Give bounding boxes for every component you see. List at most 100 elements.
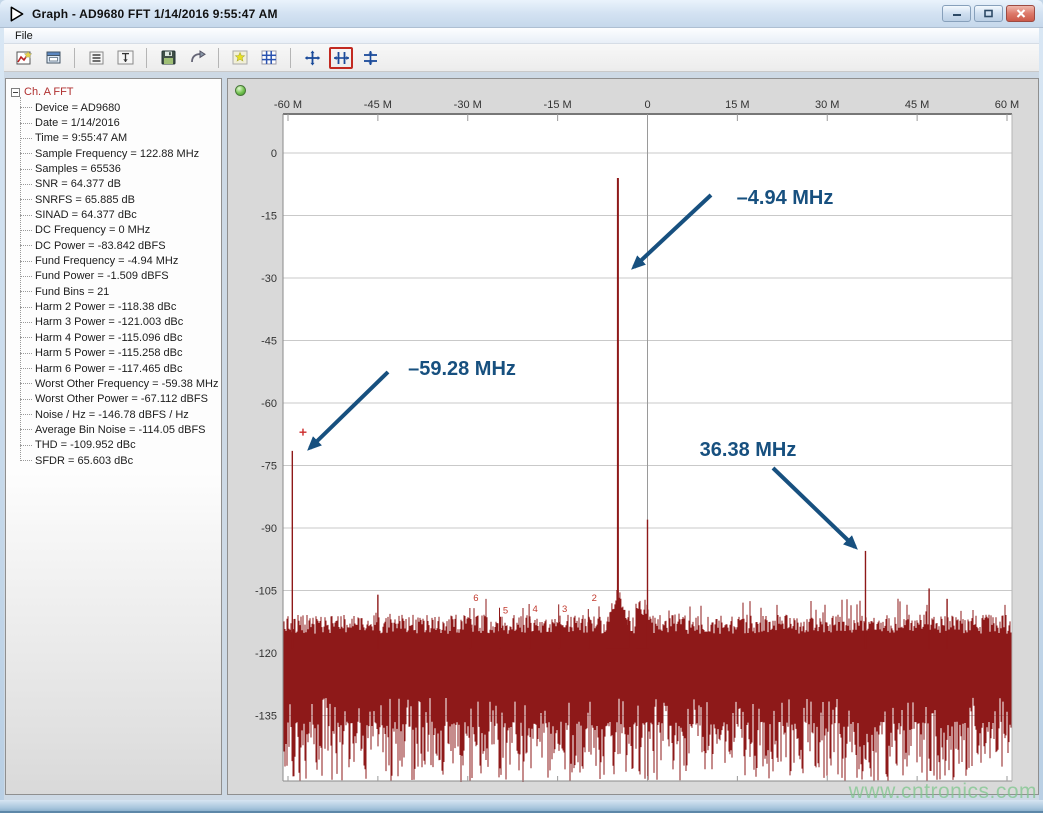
tree-item-label: DC Frequency = 0 MHz [35, 224, 150, 236]
new-report-button[interactable] [12, 47, 36, 69]
autoscale-y-button[interactable] [358, 47, 382, 69]
save-button[interactable] [156, 47, 180, 69]
tree-item[interactable]: Harm 3 Power = -121.003 dBc [20, 315, 221, 330]
tree-root-row[interactable]: Ch. A FFT [11, 84, 221, 100]
x-tick-label: -60 M [274, 99, 302, 111]
toolbar-separator [146, 48, 147, 68]
tree-item-label: SNRFS = 65.885 dB [35, 194, 135, 206]
x-tick-label: -30 M [454, 99, 482, 111]
x-tick-label: 60 M [995, 99, 1019, 111]
x-tick-label: -15 M [544, 99, 572, 111]
tree-item-label: Average Bin Noise = -114.05 dBFS [35, 424, 206, 436]
tree-item[interactable]: Samples = 65536 [20, 161, 221, 176]
tree-item[interactable]: Fund Frequency = -4.94 MHz [20, 253, 221, 268]
tree-item[interactable]: SFDR = 65.603 dBc [20, 453, 221, 468]
y-tick-label: -135 [255, 711, 277, 723]
tree-item[interactable]: Noise / Hz = -146.78 dBFS / Hz [20, 407, 221, 422]
tree-item-label: Time = 9:55:47 AM [35, 132, 127, 144]
toolbar-separator [290, 48, 291, 68]
y-tick-label: -75 [261, 461, 277, 473]
tree-item[interactable]: Harm 6 Power = -117.465 dBc [20, 361, 221, 376]
autoscale-x-button[interactable] [329, 47, 353, 69]
tree-item[interactable]: THD = -109.952 dBc [20, 438, 221, 453]
save-icon [161, 50, 176, 65]
y-tick-label: 0 [271, 148, 277, 160]
tree-item[interactable]: DC Power = -83.842 dBFS [20, 238, 221, 253]
tree-item[interactable]: Worst Other Power = -67.112 dBFS [20, 392, 221, 407]
tree-item[interactable]: SNR = 64.377 dB [20, 177, 221, 192]
tree-item-label: Harm 2 Power = -118.38 dBc [35, 301, 176, 313]
annotation-label: –59.28 MHz [408, 358, 516, 380]
tree-item-label: Worst Other Power = -67.112 dBFS [35, 393, 208, 405]
close-button[interactable] [1006, 5, 1035, 22]
tree-item[interactable]: Worst Other Frequency = -59.38 MHz [20, 376, 221, 391]
tree-connector-line [20, 97, 21, 461]
harmonic-marker-label: 2 [592, 593, 597, 604]
tree-item[interactable]: SINAD = 64.377 dBc [20, 207, 221, 222]
fft-stats-tree-panel: Ch. A FFT Device = AD9680 Date = 1/14/201… [5, 78, 222, 795]
autoscale-once-button[interactable] [228, 47, 252, 69]
y-tick-label: -60 [261, 398, 277, 410]
window-border-bottom [0, 800, 1043, 813]
tree-item-label: Date = 1/14/2016 [35, 117, 120, 129]
app-play-icon [8, 5, 26, 23]
tree-item-list: Device = AD9680 Date = 1/14/2016 Time = 9:… [20, 100, 221, 468]
autoscale-y-icon [362, 50, 379, 66]
y-tick-label: -120 [255, 648, 277, 660]
x-tick-label: 45 M [905, 99, 929, 111]
cursor-display-button[interactable] [113, 47, 137, 69]
toolbar-separator [74, 48, 75, 68]
tree-item-label: Samples = 65536 [35, 163, 121, 175]
tree-item[interactable]: Date = 1/14/2016 [20, 115, 221, 130]
x-tick-label: -45 M [364, 99, 392, 111]
tree-item[interactable]: Fund Power = -1.509 dBFS [20, 269, 221, 284]
harmonic-marker-label: 3 [562, 604, 567, 615]
tree-item[interactable]: Fund Bins = 21 [20, 284, 221, 299]
tree-item-label: Harm 3 Power = -121.003 dBc [35, 316, 183, 328]
annotation-label: –4.94 MHz [737, 187, 834, 209]
tree-item-label: Harm 5 Power = -115.258 dBc [35, 347, 182, 359]
autoscale-xy-button[interactable] [300, 47, 324, 69]
tree-item[interactable]: Harm 5 Power = -115.258 dBc [20, 346, 221, 361]
tree-item[interactable]: Harm 2 Power = -118.38 dBc [20, 299, 221, 314]
menu-bar: File [4, 28, 1039, 44]
tree-item-label: Harm 6 Power = -117.465 dBc [35, 363, 182, 375]
copy-window-button[interactable] [41, 47, 65, 69]
collapse-icon[interactable] [11, 88, 20, 97]
grid-icon [261, 50, 277, 65]
y-tick-label: -90 [261, 523, 277, 535]
tree-item[interactable]: Device = AD9680 [20, 100, 221, 115]
window-title: Graph - AD9680 FFT 1/14/2016 9:55:47 AM [32, 7, 278, 21]
tree-item-label: THD = -109.952 dBc [35, 439, 136, 451]
tree-item-label: DC Power = -83.842 dBFS [35, 240, 166, 252]
x-tick-label: 30 M [815, 99, 839, 111]
tree-item[interactable]: Average Bin Noise = -114.05 dBFS [20, 422, 221, 437]
title-bar: Graph - AD9680 FFT 1/14/2016 9:55:47 AM [0, 0, 1043, 28]
tree-item[interactable]: Harm 4 Power = -115.096 dBc [20, 330, 221, 345]
maximize-button[interactable] [974, 5, 1003, 22]
toolbar [4, 44, 1039, 72]
new-report-icon [16, 50, 33, 66]
tree-item-label: SFDR = 65.603 dBc [35, 455, 133, 467]
fft-plot[interactable]: 23456-60 M-45 M-30 M-15 M015 M30 M45 M60… [228, 79, 1038, 794]
minimize-icon [951, 10, 963, 18]
cursor-display-icon [117, 50, 134, 65]
harmonic-marker-label: 6 [473, 593, 478, 604]
maximize-icon [983, 9, 994, 18]
tree-item-label: Noise / Hz = -146.78 dBFS / Hz [35, 409, 189, 421]
export-button[interactable] [185, 47, 209, 69]
grid-button[interactable] [257, 47, 281, 69]
tree-item[interactable]: Time = 9:55:47 AM [20, 131, 221, 146]
tree-item-label: SINAD = 64.377 dBc [35, 209, 137, 221]
tree-item-label: Harm 4 Power = -115.096 dBc [35, 332, 182, 344]
minimize-button[interactable] [942, 5, 971, 22]
y-tick-label: -15 [261, 211, 277, 223]
tree-item-label: SNR = 64.377 dB [35, 178, 121, 190]
tree-item[interactable]: SNRFS = 65.885 dB [20, 192, 221, 207]
tree-item-label: Device = AD9680 [35, 102, 120, 114]
tree-item[interactable]: Sample Frequency = 122.88 MHz [20, 146, 221, 161]
tree-item[interactable]: DC Frequency = 0 MHz [20, 223, 221, 238]
list-view-button[interactable] [84, 47, 108, 69]
tree-item-label: Fund Power = -1.509 dBFS [35, 270, 169, 282]
menu-file[interactable]: File [11, 30, 37, 42]
